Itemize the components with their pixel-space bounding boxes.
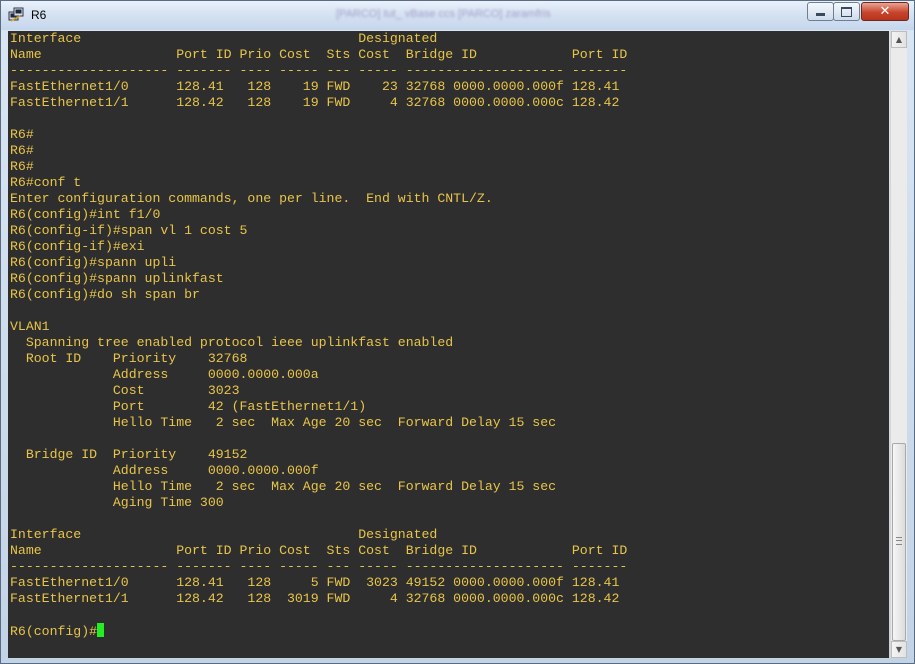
terminal-line: Hello Time 2 sec Max Age 20 sec Forward … xyxy=(10,415,557,430)
scroll-down-button[interactable]: ▼ xyxy=(891,641,907,658)
terminal-line: R6# xyxy=(10,143,34,158)
terminal-output: Interface Designated Name Port ID Prio Co… xyxy=(10,31,627,639)
terminal-line: -------------------- ------- ---- ----- … xyxy=(10,63,628,78)
maximize-icon xyxy=(841,6,852,17)
close-button[interactable]: ✕ xyxy=(861,2,909,21)
terminal-line: FastEthernet1/0 128.41 128 19 FWD 23 327… xyxy=(10,79,620,94)
terminal-line: Root ID Priority 32768 xyxy=(10,351,248,366)
arrow-down-icon: ▼ xyxy=(895,645,903,654)
terminal-line: Aging Time 300 xyxy=(10,495,224,510)
terminal-line: R6# xyxy=(10,159,34,174)
terminal-line: R6(config)#spann uplinkfast xyxy=(10,271,224,286)
terminal-line: VLAN1 xyxy=(10,319,50,334)
terminal-line: Bridge ID Priority 49152 xyxy=(10,447,248,462)
grip-icon xyxy=(896,537,902,545)
terminal-line: FastEthernet1/0 128.41 128 5 FWD 3023 49… xyxy=(10,575,620,590)
close-icon: ✕ xyxy=(879,4,891,19)
terminal-line: R6(config)#spann upli xyxy=(10,255,177,270)
terminal-line: Address 0000.0000.000a xyxy=(10,367,319,382)
terminal-line: R6(config)#do sh span br xyxy=(10,287,200,302)
terminal-line: R6# xyxy=(10,127,34,142)
terminal-area[interactable]: Interface Designated Name Port ID Prio Co… xyxy=(8,31,889,658)
maximize-button[interactable] xyxy=(833,2,860,21)
terminal-window: R6 [PARCO] tut_ vBase ccs [PARCO] zaramf… xyxy=(0,0,915,664)
terminal-line: Name Port ID Prio Cost Sts Cost Bridge I… xyxy=(10,47,628,62)
terminal-line: R6(config-if)#span vl 1 cost 5 xyxy=(10,223,248,238)
terminal-line: Hello Time 2 sec Max Age 20 sec Forward … xyxy=(10,479,557,494)
scrollbar-thumb[interactable] xyxy=(892,443,906,641)
terminal-line: R6#conf t xyxy=(10,175,82,190)
terminal-line: Name Port ID Prio Cost Sts Cost Bridge I… xyxy=(10,543,628,558)
background-window-title: [PARCO] tut_ vBase ccs [PARCO] zaramfris xyxy=(336,8,551,20)
terminal-line: -------------------- ------- ---- ----- … xyxy=(10,559,628,574)
minimize-button[interactable] xyxy=(807,2,834,21)
terminal-line: Address 0000.0000.000f xyxy=(10,463,319,478)
prompt-line[interactable]: R6(config)# xyxy=(10,623,627,639)
minimize-icon xyxy=(816,13,825,16)
terminal-line: Spanning tree enabled protocol ieee upli… xyxy=(10,335,454,350)
window-title: R6 xyxy=(31,8,47,22)
terminal-line: Cost 3023 xyxy=(10,383,240,398)
terminal-line: Interface Designated xyxy=(10,527,438,542)
vertical-scrollbar[interactable]: ▲ ▼ xyxy=(890,31,907,658)
terminal-line: Port 42 (FastEthernet1/1) xyxy=(10,399,367,414)
scroll-up-button[interactable]: ▲ xyxy=(891,31,907,48)
command-prompt: R6(config)# xyxy=(10,624,98,639)
title-bar[interactable]: R6 [PARCO] tut_ vBase ccs [PARCO] zaramf… xyxy=(1,1,914,30)
terminal-line: Enter configuration commands, one per li… xyxy=(10,191,493,206)
terminal-line: R6(config)#int f1/0 xyxy=(10,207,161,222)
terminal-line: FastEthernet1/1 128.42 128 3019 FWD 4 32… xyxy=(10,591,620,606)
arrow-up-icon: ▲ xyxy=(895,35,903,44)
text-cursor xyxy=(97,623,105,637)
putty-app-icon[interactable] xyxy=(8,7,24,23)
terminal-line: Interface Designated xyxy=(10,31,438,46)
terminal-line: R6(config-if)#exi xyxy=(10,239,145,254)
terminal-line: FastEthernet1/1 128.42 128 19 FWD 4 3276… xyxy=(10,95,620,110)
